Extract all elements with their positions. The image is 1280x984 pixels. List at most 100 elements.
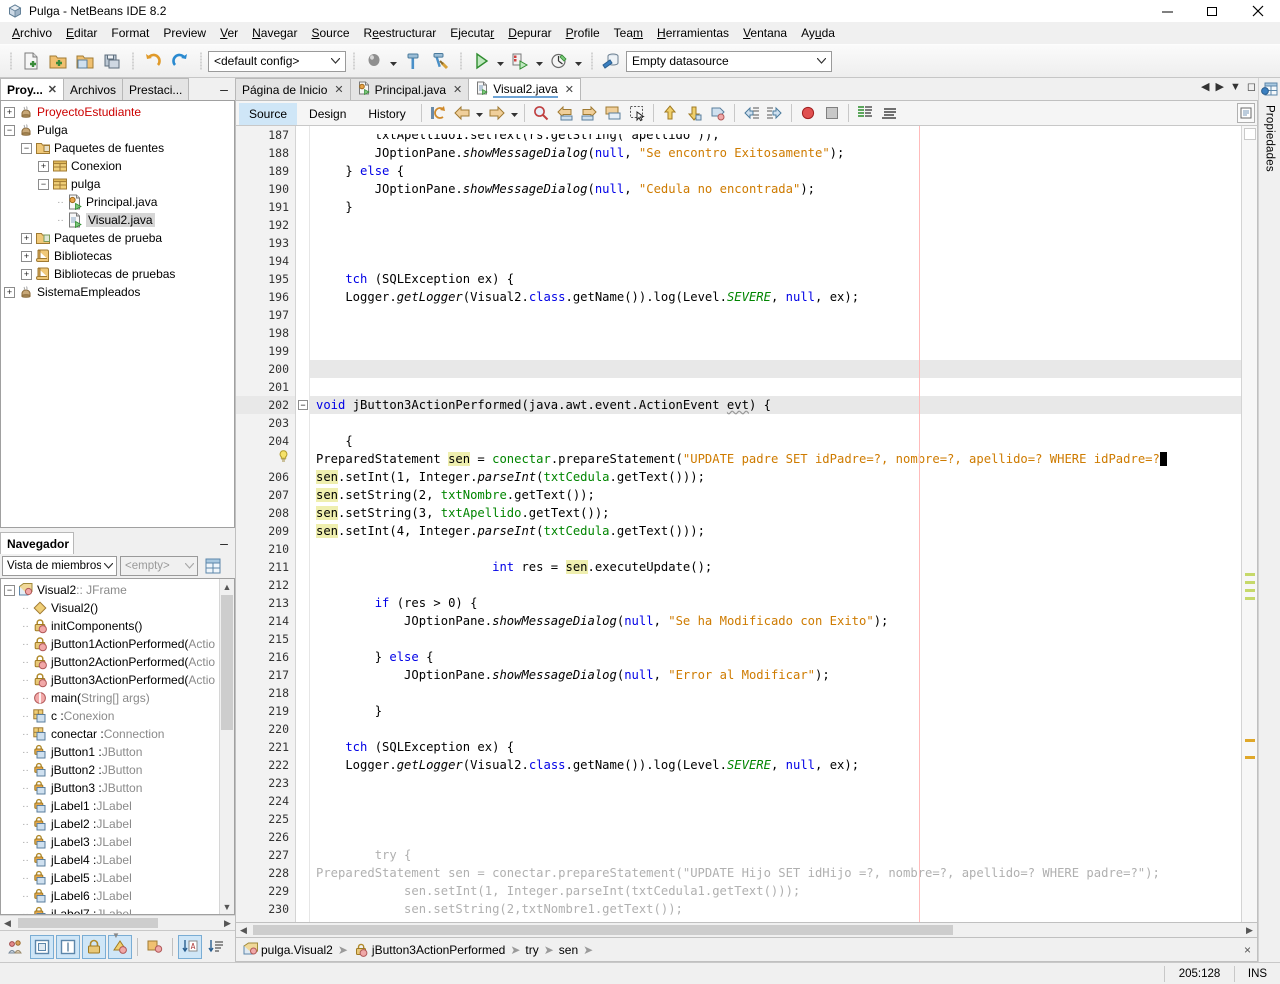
code-text-area[interactable]: txtApellido1.setText(rs.getString("apell… — [310, 126, 1241, 922]
navigator-member-item[interactable]: ·· Visual2() — [1, 599, 219, 617]
back-dropdown-arrow[interactable] — [474, 102, 485, 124]
fold-toggle[interactable]: − — [298, 400, 308, 410]
navigator-member-item[interactable]: ·· jLabel2 : JLabel — [1, 815, 219, 833]
code-line[interactable] — [310, 378, 1241, 396]
menu-preview[interactable]: Preview — [156, 24, 213, 42]
debug-dropdown-arrow[interactable] — [534, 48, 545, 74]
code-line[interactable]: { — [310, 432, 1241, 450]
toggle-rectangular-selection-button[interactable] — [625, 102, 649, 124]
menu-herramientas[interactable]: Herramientas — [650, 24, 736, 42]
project-tree-item[interactable]: + Bibliotecas — [1, 247, 234, 265]
tab-navigator[interactable]: Navegador ✕ — [0, 532, 74, 554]
show-bean-patterns-button[interactable] — [56, 934, 80, 959]
uncomment-button[interactable] — [877, 102, 901, 124]
navigator-member-item[interactable]: ·· jLabel7 : JLabel — [1, 905, 219, 914]
navigator-member-item[interactable]: ·· jButton1ActionPerformed(Actio — [1, 635, 219, 653]
tab-list-icon[interactable]: ▼ — [1230, 81, 1241, 93]
scroll-thumb[interactable] — [253, 925, 953, 935]
menu-editar[interactable]: Editar — [59, 24, 104, 42]
redo-button[interactable] — [167, 48, 193, 74]
code-line[interactable] — [310, 630, 1241, 648]
undo-button[interactable] — [140, 48, 166, 74]
scroll-right-icon[interactable]: ▶ — [220, 918, 235, 929]
code-line[interactable]: JOptionPane.showMessageDialog(null, "Err… — [310, 666, 1241, 684]
navigator-horizontal-scrollbar[interactable]: ◀ ▶ — [0, 915, 235, 930]
view-tab-design[interactable]: Design — [299, 103, 356, 125]
code-line[interactable] — [310, 810, 1241, 828]
project-tree-item[interactable]: − pulga — [1, 175, 234, 193]
scroll-thumb[interactable] — [18, 918, 158, 928]
expand-icon[interactable]: + — [21, 268, 32, 280]
menu-depurar[interactable]: Depurar — [501, 24, 558, 42]
fold-cell[interactable]: − — [296, 396, 309, 414]
run-dropdown-arrow[interactable] — [495, 48, 506, 74]
annotation-mark[interactable] — [1245, 573, 1255, 576]
code-line[interactable] — [310, 360, 1241, 378]
project-tree-item[interactable]: + Bibliotecas de pruebas — [1, 265, 234, 283]
code-line[interactable]: sen.setString(3, txtApellido.getText()); — [310, 504, 1241, 522]
code-line[interactable] — [310, 774, 1241, 792]
editor-horizontal-scrollbar[interactable]: ◀ ▶ — [235, 923, 1258, 938]
code-line[interactable] — [310, 324, 1241, 342]
code-line[interactable]: PreparedStatement sen = conectar.prepare… — [310, 864, 1241, 882]
navigator-vertical-scrollbar[interactable]: ▲ ▼ — [219, 579, 234, 914]
shift-right-button[interactable] — [763, 102, 787, 124]
code-line[interactable]: int res = sen.executeUpdate(); — [310, 558, 1241, 576]
tab-projects[interactable]: Proy... ✕ — [0, 78, 65, 100]
code-line[interactable]: } else { — [310, 162, 1241, 180]
code-line[interactable]: sen.setInt(1, Integer.parseInt(txtCedula… — [310, 468, 1241, 486]
code-line[interactable] — [310, 540, 1241, 558]
code-line[interactable] — [310, 342, 1241, 360]
navigator-member-item[interactable]: ·· jButton1 : JButton — [1, 743, 219, 761]
expand-icon[interactable]: + — [21, 250, 32, 262]
scroll-up-icon[interactable]: ▲ — [220, 579, 234, 594]
debug-project-button[interactable] — [507, 48, 533, 74]
toggle-bookmark-button[interactable] — [706, 102, 730, 124]
find-next-button[interactable] — [577, 102, 601, 124]
tab-files[interactable]: Archivos — [63, 78, 124, 100]
code-line[interactable]: Logger.getLogger(Visual2.class.getName()… — [310, 288, 1241, 306]
collapse-icon[interactable]: − — [4, 584, 15, 596]
code-line[interactable]: JOptionPane.showMessageDialog(null, "Se … — [310, 612, 1241, 630]
menu-profile[interactable]: Profile — [559, 24, 607, 42]
view-tab-history[interactable]: History — [358, 103, 415, 125]
editor-options-button[interactable] — [1237, 103, 1255, 123]
project-tree-item[interactable]: + Conexion — [1, 157, 234, 175]
find-previous-button[interactable] — [553, 102, 577, 124]
code-line[interactable] — [310, 216, 1241, 234]
forward-dropdown-arrow[interactable] — [509, 102, 520, 124]
menu-format[interactable]: Format — [104, 24, 156, 42]
datasource-combo[interactable]: Empty datasource — [626, 50, 832, 72]
editor-tab-start-page[interactable]: Página de Inicio ✕ — [235, 78, 351, 100]
code-line[interactable]: PreparedStatement sen = conectar.prepare… — [310, 450, 1241, 468]
run-project-button[interactable] — [468, 48, 494, 74]
last-edit-button[interactable] — [426, 102, 450, 124]
navigator-member-item[interactable]: ·· jButton3 : JButton — [1, 779, 219, 797]
navigator-member-item[interactable]: − Visual2 :: JFrame — [1, 581, 219, 599]
new-file-button[interactable] — [18, 48, 44, 74]
scroll-tabs-right-icon[interactable]: ▶ — [1216, 80, 1224, 93]
tab-services[interactable]: Prestaci... — [122, 78, 190, 100]
source-editor[interactable]: 187 188 189 190 191 192 193 194 195 196 197 198 199 2… — [235, 126, 1258, 923]
code-line[interactable]: sen.setString(2, txtNombre.getText()); — [310, 486, 1241, 504]
forward-button[interactable] — [485, 102, 509, 124]
code-line[interactable]: void jButton3ActionPerformed(java.awt.ev… — [310, 396, 1241, 414]
navigator-view-combo[interactable]: Vista de miembros — [2, 556, 117, 576]
code-line[interactable]: } else { — [310, 648, 1241, 666]
code-line[interactable] — [310, 684, 1241, 702]
navigator-member-item[interactable]: ·· jButton2ActionPerformed(Actio — [1, 653, 219, 671]
error-annotation-bar[interactable] — [1241, 126, 1257, 922]
code-line[interactable]: if (res > 0) { — [310, 594, 1241, 612]
new-project-button[interactable] — [45, 48, 71, 74]
navigator-member-item[interactable]: ·· initComponents() — [1, 617, 219, 635]
code-line[interactable]: try { — [310, 846, 1241, 864]
code-line[interactable] — [310, 252, 1241, 270]
code-line[interactable] — [310, 720, 1241, 738]
filter-button[interactable] — [143, 935, 167, 959]
navigator-member-item[interactable]: ·· jLabel5 : JLabel — [1, 869, 219, 887]
collapse-icon[interactable]: − — [21, 142, 32, 154]
find-selection-button[interactable] — [529, 102, 553, 124]
maximize-button[interactable] — [1190, 0, 1235, 22]
sort-alphabetically-button[interactable]: A — [178, 934, 202, 959]
code-line[interactable]: Logger.getLogger(Visual2.class.getName()… — [310, 756, 1241, 774]
